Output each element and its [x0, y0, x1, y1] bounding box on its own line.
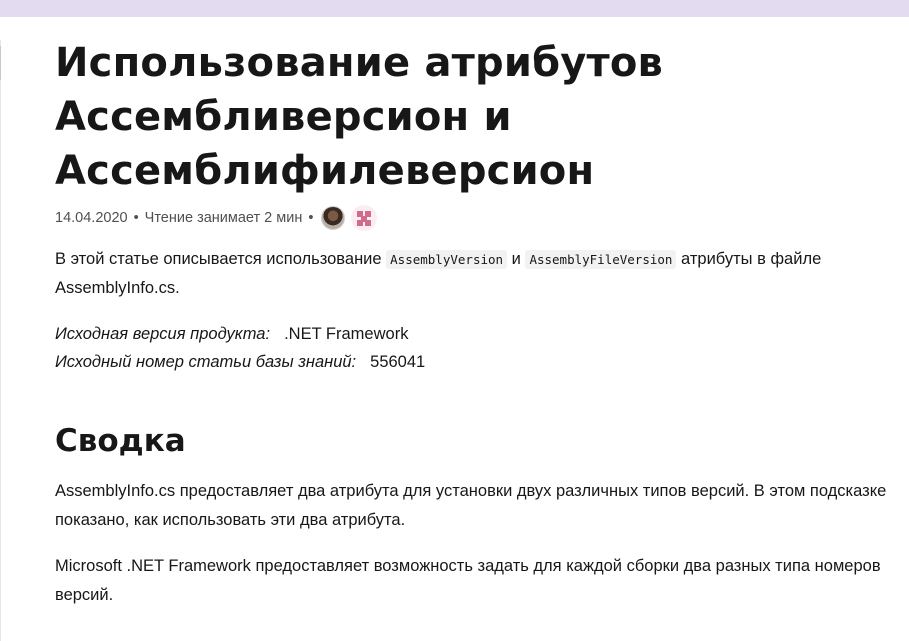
summary-paragraph-2: Microsoft .NET Framework предоставляет в… [55, 557, 881, 604]
contributor-avatar[interactable] [321, 206, 346, 230]
article-meta: 14.04.2020 • Чтение занимает 2 мин • [55, 205, 895, 231]
toc-marker [0, 46, 5, 80]
kb-value: 556041 [370, 353, 426, 371]
code-assembly-version: AssemblyVersion [386, 250, 508, 269]
intro-paragraph: В этой статье описывается использование … [55, 245, 895, 303]
article: Использование атрибутов Ассембливерсион … [55, 36, 895, 610]
title-line-3: Ассемблифилеверсион [55, 148, 595, 194]
left-toc-rail [0, 40, 5, 641]
meta-separator: • [133, 210, 139, 226]
title-line-2: Ассембливерсион и [55, 94, 512, 140]
applies-to: Исходная версия продукта: .NET Framework … [55, 320, 895, 376]
read-time: Чтение занимает 2 мин [144, 210, 303, 226]
intro-text-1: В этой статье описывается использование [55, 250, 387, 268]
product-label: Исходная версия продукта: [55, 325, 271, 343]
article-date: 14.04.2020 [55, 210, 128, 226]
kb-number-row: Исходный номер статьи базы знаний: 556041 [55, 348, 895, 376]
product-version-row: Исходная версия продукта: .NET Framework [55, 320, 895, 348]
kb-label: Исходный номер статьи базы знаний: [55, 353, 357, 371]
title-line-1: Использование атрибутов [55, 40, 664, 86]
product-value: .NET Framework [284, 325, 409, 343]
top-banner [0, 0, 909, 17]
intro-text-2: и [507, 250, 526, 268]
page-title: Использование атрибутов Ассембливерсион … [55, 36, 895, 198]
contributor-avatar-2[interactable] [351, 205, 378, 231]
code-assembly-file-version: AssemblyFileVersion [525, 250, 677, 269]
summary-heading: Сводка [55, 423, 186, 459]
summary-paragraph-1: AssemblyInfo.cs предоставляет два атрибу… [55, 482, 887, 529]
meta-separator-2: • [308, 210, 314, 226]
